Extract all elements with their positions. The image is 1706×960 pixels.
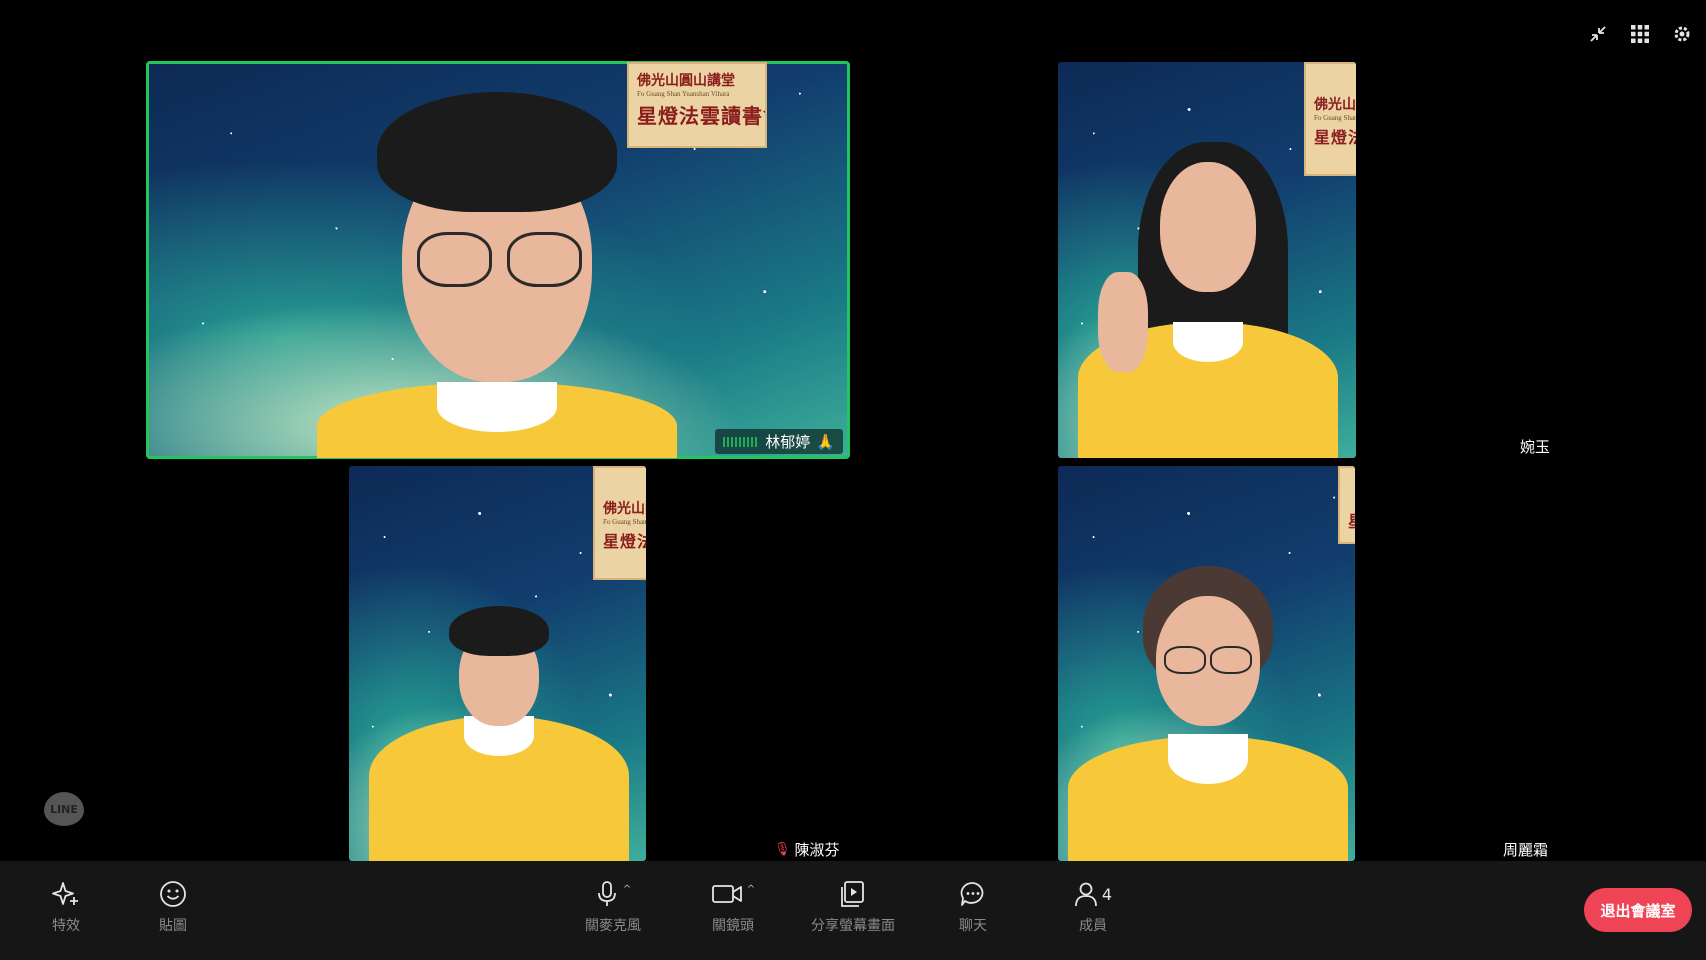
stickers-button[interactable]: 貼圖 bbox=[118, 879, 228, 935]
video-camera-icon bbox=[711, 885, 742, 903]
tile-banner: 星燈法雲讀書會 bbox=[1338, 466, 1355, 544]
video-tile-participant[interactable]: 星燈法雲讀書會 bbox=[1058, 466, 1355, 861]
top-controls bbox=[1586, 22, 1694, 46]
video-stage: 佛光山圓山講堂 Fo Guang Shan Yuanshan Vihara 星燈… bbox=[0, 0, 1706, 861]
banner-sub: Fo Guang Shan Yuanshan Vihara bbox=[1314, 114, 1356, 122]
video-tile-speaker[interactable]: 佛光山圓山講堂 Fo Guang Shan Yuanshan Vihara 星燈… bbox=[146, 61, 850, 459]
meeting-toolbar: 特效 貼圖 ^ 關麥克風 ^ 關鏡頭 分享螢幕畫面 聊天 4 成員 退出會議室 bbox=[0, 861, 1706, 960]
collapse-icon[interactable] bbox=[1586, 22, 1610, 46]
participant-video bbox=[317, 82, 677, 458]
microphone-icon bbox=[597, 881, 616, 906]
participant-name: 陳淑芬 bbox=[794, 841, 840, 859]
banner-sub: Fo Guang Shan Yuanshan Vihara bbox=[603, 518, 646, 526]
participant-video bbox=[1068, 566, 1348, 861]
chat-label: 聊天 bbox=[959, 918, 987, 934]
share-screen-icon bbox=[841, 881, 864, 907]
chevron-up-icon[interactable]: ^ bbox=[623, 884, 631, 895]
smiley-icon bbox=[160, 881, 186, 907]
video-tile-participant[interactable]: 佛光山圓山講堂 Fo Guang Shan Yuanshan Vihara 星燈… bbox=[349, 466, 646, 861]
leave-meeting-button[interactable]: 退出會議室 bbox=[1584, 888, 1692, 932]
members-button[interactable]: 4 成員 bbox=[1038, 879, 1148, 935]
mic-toggle-button[interactable]: ^ 關麥克風 bbox=[558, 879, 668, 935]
share-screen-button[interactable]: 分享螢幕畫面 bbox=[798, 879, 908, 935]
line-logo: LINE bbox=[44, 792, 84, 826]
sparkle-icon bbox=[52, 882, 78, 905]
chat-bubble-icon bbox=[960, 882, 984, 906]
members-label: 成員 bbox=[1079, 918, 1107, 934]
effects-button[interactable]: 特效 bbox=[11, 879, 121, 935]
participant-name-tag: 🎙 陳淑芬 bbox=[774, 839, 840, 860]
share-label: 分享螢幕畫面 bbox=[811, 918, 895, 934]
participant-video bbox=[369, 606, 629, 861]
participant-name: 林郁婷 bbox=[765, 433, 811, 451]
mic-label: 關麥克風 bbox=[585, 918, 641, 934]
participant-name-chip: 林郁婷 🙏 bbox=[715, 429, 843, 454]
chevron-up-icon[interactable]: ^ bbox=[747, 884, 755, 895]
participant-video bbox=[1068, 142, 1348, 458]
settings-icon[interactable] bbox=[1670, 22, 1694, 46]
member-count: 4 bbox=[1101, 884, 1113, 904]
banner-top: 佛光山圓山講堂 bbox=[1314, 97, 1356, 113]
banner-main: 星燈法雲讀書會 bbox=[603, 532, 646, 551]
effects-label: 特效 bbox=[52, 918, 80, 934]
banner-main: 星燈法雲讀書會 bbox=[1340, 468, 1355, 538]
chat-button[interactable]: 聊天 bbox=[918, 879, 1028, 935]
grid-view-icon[interactable] bbox=[1628, 22, 1652, 46]
person-icon bbox=[1075, 882, 1097, 907]
participant-emoji: 🙏 bbox=[816, 432, 835, 451]
tile-banner: 佛光山圓山講堂 Fo Guang Shan Yuanshan Vihara 星燈… bbox=[593, 466, 646, 580]
audio-level-icon bbox=[723, 436, 760, 447]
participant-name: 周麗霜 bbox=[1503, 841, 1549, 859]
banner-top: 佛光山圓山講堂 bbox=[603, 501, 646, 517]
video-tile-participant[interactable]: 佛光山圓山講堂 Fo Guang Shan Yuanshan Vihara 星燈… bbox=[1058, 62, 1356, 458]
stickers-label: 貼圖 bbox=[159, 918, 187, 934]
mic-muted-icon: 🎙 bbox=[774, 842, 791, 857]
camera-label: 關鏡頭 bbox=[712, 918, 754, 934]
camera-toggle-button[interactable]: ^ 關鏡頭 bbox=[678, 879, 788, 935]
participant-name: 婉玉 bbox=[1520, 438, 1551, 456]
